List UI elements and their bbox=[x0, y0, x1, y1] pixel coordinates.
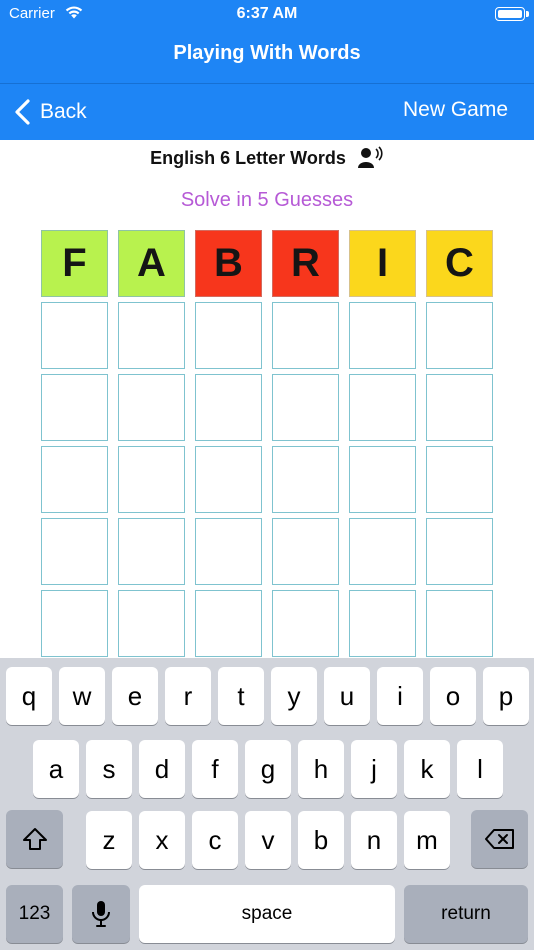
key-o[interactable]: o bbox=[430, 667, 476, 725]
key-j[interactable]: j bbox=[351, 740, 397, 798]
letter-cell bbox=[195, 446, 262, 513]
speak-icon[interactable] bbox=[357, 146, 384, 170]
shift-icon bbox=[22, 828, 47, 850]
letter-cell bbox=[426, 302, 493, 369]
clock: 6:37 AM bbox=[236, 5, 298, 22]
key-m[interactable]: m bbox=[404, 811, 450, 869]
letter-cell bbox=[118, 374, 185, 441]
letter-cell bbox=[272, 518, 339, 585]
new-game-button[interactable]: New Game bbox=[403, 98, 508, 122]
letter-cell: R bbox=[272, 230, 339, 297]
letter-cell: C bbox=[426, 230, 493, 297]
letter-cell: B bbox=[195, 230, 262, 297]
letter-cell: F bbox=[41, 230, 108, 297]
grid-row bbox=[41, 302, 494, 369]
letter-cell bbox=[118, 518, 185, 585]
letter-cell bbox=[195, 590, 262, 657]
letter-grid: FABRIC bbox=[41, 230, 494, 662]
microphone-icon bbox=[92, 901, 110, 927]
key-k[interactable]: k bbox=[404, 740, 450, 798]
key-s[interactable]: s bbox=[86, 740, 132, 798]
back-button[interactable]: Back bbox=[14, 96, 87, 128]
key-g[interactable]: g bbox=[245, 740, 291, 798]
letter-cell bbox=[426, 590, 493, 657]
key-y[interactable]: y bbox=[271, 667, 317, 725]
letter-cell bbox=[41, 446, 108, 513]
letter-cell bbox=[195, 518, 262, 585]
letter-cell bbox=[41, 302, 108, 369]
subtitle-row: English 6 Letter Words bbox=[0, 144, 534, 172]
letter-cell bbox=[349, 374, 416, 441]
letter-cell bbox=[272, 374, 339, 441]
key-v[interactable]: v bbox=[245, 811, 291, 869]
key-x[interactable]: x bbox=[139, 811, 185, 869]
letter-cell bbox=[426, 446, 493, 513]
back-label: Back bbox=[40, 100, 87, 123]
letter-cell bbox=[272, 302, 339, 369]
letter-cell bbox=[118, 446, 185, 513]
letter-cell: A bbox=[118, 230, 185, 297]
letter-cell bbox=[41, 374, 108, 441]
app-title: Playing With Words bbox=[173, 42, 361, 64]
title-bar: Carrier 6:37 AM Playing With Words bbox=[0, 0, 534, 84]
key-e[interactable]: e bbox=[112, 667, 158, 725]
key-b[interactable]: b bbox=[298, 811, 344, 869]
guesses-label: Solve in 5 Guesses bbox=[180, 189, 354, 211]
grid-row bbox=[41, 374, 494, 441]
grid-row bbox=[41, 446, 494, 513]
battery-icon bbox=[495, 7, 529, 21]
keyboard: 123 space return qwertyuiop asdfghjkl zxcv… bbox=[0, 658, 534, 950]
letter-cell bbox=[349, 590, 416, 657]
letter-cell bbox=[349, 446, 416, 513]
grid-row bbox=[41, 590, 494, 657]
key-c[interactable]: c bbox=[192, 811, 238, 869]
letter-cell bbox=[426, 374, 493, 441]
key-u[interactable]: u bbox=[324, 667, 370, 725]
numbers-key[interactable]: 123 bbox=[6, 885, 63, 943]
letter-cell bbox=[41, 590, 108, 657]
letter-cell bbox=[426, 518, 493, 585]
letter-cell bbox=[349, 518, 416, 585]
delete-icon bbox=[484, 829, 514, 849]
key-n[interactable]: n bbox=[351, 811, 397, 869]
letter-cell: I bbox=[349, 230, 416, 297]
key-f[interactable]: f bbox=[192, 740, 238, 798]
space-key[interactable]: space bbox=[139, 885, 395, 943]
key-q[interactable]: q bbox=[6, 667, 52, 725]
game-subtitle: English 6 Letter Words bbox=[150, 147, 346, 168]
key-l[interactable]: l bbox=[457, 740, 503, 798]
key-a[interactable]: a bbox=[33, 740, 79, 798]
navigation-bar: Back New Game bbox=[0, 84, 534, 140]
grid-row: FABRIC bbox=[41, 230, 494, 297]
key-z[interactable]: z bbox=[86, 811, 132, 869]
status-bar: Carrier 6:37 AM bbox=[0, 0, 534, 30]
grid-row bbox=[41, 518, 494, 585]
key-t[interactable]: t bbox=[218, 667, 264, 725]
letter-cell bbox=[118, 302, 185, 369]
letter-cell bbox=[41, 518, 108, 585]
dictation-key[interactable] bbox=[72, 885, 130, 943]
letter-cell bbox=[118, 590, 185, 657]
letter-cell bbox=[195, 302, 262, 369]
delete-key[interactable] bbox=[471, 810, 528, 868]
letter-cell bbox=[272, 590, 339, 657]
key-w[interactable]: w bbox=[59, 667, 105, 725]
letter-cell bbox=[195, 374, 262, 441]
chevron-left-icon bbox=[15, 99, 30, 125]
key-r[interactable]: r bbox=[165, 667, 211, 725]
shift-key[interactable] bbox=[6, 810, 63, 868]
key-d[interactable]: d bbox=[139, 740, 185, 798]
letter-cell bbox=[272, 446, 339, 513]
key-p[interactable]: p bbox=[483, 667, 529, 725]
key-h[interactable]: h bbox=[298, 740, 344, 798]
return-key[interactable]: return bbox=[404, 885, 528, 943]
letter-cell bbox=[349, 302, 416, 369]
key-i[interactable]: i bbox=[377, 667, 423, 725]
